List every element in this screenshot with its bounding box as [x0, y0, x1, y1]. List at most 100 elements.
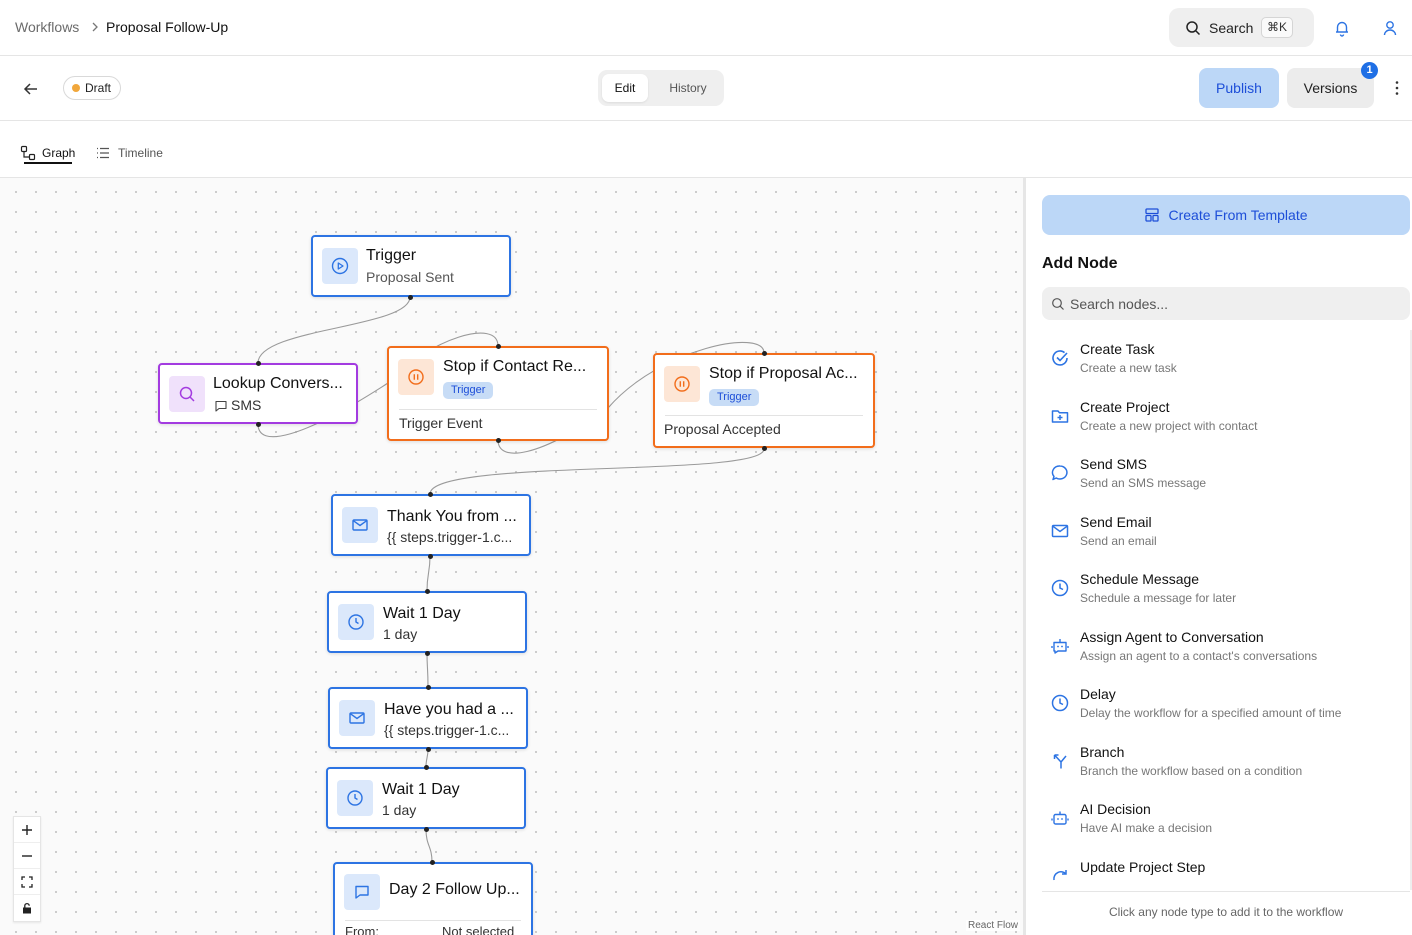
- node-type-desc: Branch the workflow based on a condition: [1080, 764, 1303, 778]
- node-type-assign-agent[interactable]: Assign Agent to Conversation Assign an a…: [1042, 624, 1410, 670]
- node-handle[interactable]: [762, 446, 767, 451]
- more-vertical-icon[interactable]: [1392, 80, 1402, 96]
- breadcrumb-current: Proposal Follow-Up: [106, 19, 229, 35]
- bell-icon[interactable]: [1333, 19, 1351, 37]
- node-type-schedule-message[interactable]: Schedule Message Schedule a message for …: [1042, 566, 1410, 612]
- node-handle[interactable]: [496, 344, 501, 349]
- node-type-create-project[interactable]: Create Project Create a new project with…: [1042, 394, 1410, 440]
- node-handle[interactable]: [425, 651, 430, 656]
- node-handle[interactable]: [256, 361, 261, 366]
- node-send-sms-day-2[interactable]: Day 2 Follow Up... From: Not selected: [333, 862, 533, 935]
- add-node-heading: Add Node: [1042, 255, 1118, 272]
- node-lookup-conversation[interactable]: Lookup Convers... SMS: [158, 363, 358, 424]
- node-type-branch[interactable]: Branch Branch the workflow based on a co…: [1042, 739, 1410, 785]
- node-stop-if-contact-replied[interactable]: Stop if Contact Re... Trigger Trigger Ev…: [387, 346, 609, 441]
- node-wait-1-day[interactable]: Wait 1 Day 1 day: [327, 591, 527, 653]
- node-send-email-thank-you[interactable]: Thank You from ... {{ steps.trigger-1.c.…: [331, 494, 531, 556]
- node-type-desc: Have AI make a decision: [1080, 821, 1213, 835]
- layout-template-icon: [1145, 208, 1160, 222]
- clock-icon: [1051, 579, 1069, 597]
- node-send-email-followup[interactable]: Have you had a ... {{ steps.trigger-1.c.…: [328, 687, 528, 749]
- node-type-send-sms[interactable]: Send SMS Send an SMS message: [1042, 451, 1410, 497]
- node-handle[interactable]: [496, 438, 501, 443]
- minus-icon: [22, 854, 32, 857]
- tab-timeline[interactable]: Timeline: [95, 141, 163, 165]
- node-handle[interactable]: [425, 589, 430, 594]
- active-tab-indicator: [24, 162, 72, 164]
- user-icon[interactable]: [1381, 19, 1399, 37]
- node-type-desc: Create a new project with contact: [1080, 419, 1258, 433]
- node-type-title: Create Project: [1080, 399, 1170, 415]
- node-subtitle: SMS: [231, 397, 262, 413]
- tab-edit[interactable]: Edit: [602, 74, 648, 102]
- chevron-right-icon: [92, 22, 98, 32]
- zoom-in-button[interactable]: [14, 817, 40, 843]
- node-type-desc: Assign an agent to a contact's conversat…: [1080, 649, 1318, 663]
- node-divider: [399, 409, 597, 410]
- search-icon: [1052, 298, 1064, 310]
- node-subtitle: {{ steps.trigger-1.c...: [387, 529, 513, 545]
- node-type-send-email[interactable]: Send Email Send an email: [1042, 509, 1410, 555]
- versions-count-badge: 1: [1361, 62, 1378, 79]
- node-handle[interactable]: [762, 351, 767, 356]
- create-from-template-label: Create From Template: [1168, 207, 1308, 223]
- node-stop-if-proposal-accepted[interactable]: Stop if Proposal Ac... Trigger Proposal …: [653, 353, 875, 448]
- node-subtitle: {{ steps.trigger-1.c...: [384, 722, 510, 738]
- node-handle[interactable]: [426, 685, 431, 690]
- node-icon-box: [338, 604, 374, 640]
- node-type-list: Create Task Create a new task Create Pro…: [1042, 336, 1410, 890]
- node-handle[interactable]: [428, 492, 433, 497]
- top-bar: Workflows Proposal Follow-Up Search ⌘K: [0, 0, 1412, 56]
- node-type-title: Delay: [1080, 686, 1116, 702]
- edge-wait2-sms: [425, 828, 433, 863]
- node-type-desc: Schedule a message for later: [1080, 591, 1237, 605]
- node-trigger[interactable]: Trigger Proposal Sent: [311, 235, 511, 297]
- workflow-canvas[interactable]: Trigger Proposal Sent Lookup Convers... …: [0, 178, 1023, 935]
- lock-button[interactable]: [14, 895, 40, 921]
- mail-icon: [1051, 524, 1069, 538]
- node-type-ai-decision[interactable]: AI Decision Have AI make a decision: [1042, 796, 1410, 842]
- node-wait-1-day-2[interactable]: Wait 1 Day 1 day: [326, 767, 526, 829]
- fit-view-button[interactable]: [14, 869, 40, 895]
- node-handle[interactable]: [424, 827, 429, 832]
- node-type-delay[interactable]: Delay Delay the workflow for a specified…: [1042, 681, 1410, 727]
- node-handle[interactable]: [424, 765, 429, 770]
- pause-circle-icon: [408, 369, 424, 385]
- node-type-create-task[interactable]: Create Task Create a new task: [1042, 336, 1410, 382]
- node-search-input[interactable]: [1070, 293, 1400, 315]
- node-detail: Proposal Accepted: [664, 421, 781, 437]
- node-type-title: Assign Agent to Conversation: [1080, 629, 1264, 645]
- zoom-out-button[interactable]: [14, 843, 40, 869]
- graph-icon: [20, 145, 36, 161]
- tab-history[interactable]: History: [658, 74, 718, 102]
- node-handle[interactable]: [256, 422, 261, 427]
- tab-timeline-label: Timeline: [118, 146, 163, 160]
- folder-plus-icon: [1051, 410, 1069, 423]
- node-icon-box: [337, 780, 373, 816]
- chat-bubble-icon: [355, 885, 369, 899]
- trigger-tag: Trigger: [443, 382, 494, 399]
- node-type-update-project-step[interactable]: Update Project Step: [1042, 854, 1410, 890]
- node-title: Day 2 Follow Up...: [389, 881, 520, 898]
- node-handle[interactable]: [426, 747, 431, 752]
- node-search-field[interactable]: [1042, 287, 1410, 320]
- search-button[interactable]: Search ⌘K: [1169, 8, 1314, 47]
- back-arrow-icon[interactable]: [22, 80, 40, 98]
- node-title: Lookup Convers...: [213, 375, 343, 392]
- node-handle[interactable]: [428, 554, 433, 559]
- node-icon-box: [322, 248, 358, 284]
- node-divider: [345, 920, 521, 921]
- node-handle[interactable]: [430, 860, 435, 865]
- create-from-template-button[interactable]: Create From Template: [1042, 195, 1410, 235]
- search-icon: [1186, 21, 1201, 36]
- node-handle[interactable]: [408, 295, 413, 300]
- breadcrumb-workflows-link[interactable]: Workflows: [15, 19, 79, 35]
- editor-toolbar: Draft Edit History Publish Versions 1: [0, 56, 1412, 121]
- node-divider: [665, 415, 863, 416]
- publish-button[interactable]: Publish: [1199, 68, 1279, 108]
- status-badge: Draft: [63, 76, 122, 100]
- react-flow-attribution[interactable]: React Flow: [966, 920, 1021, 931]
- bot-icon: [1051, 811, 1069, 825]
- node-title: Wait 1 Day: [382, 781, 460, 798]
- tab-graph-label: Graph: [42, 146, 76, 160]
